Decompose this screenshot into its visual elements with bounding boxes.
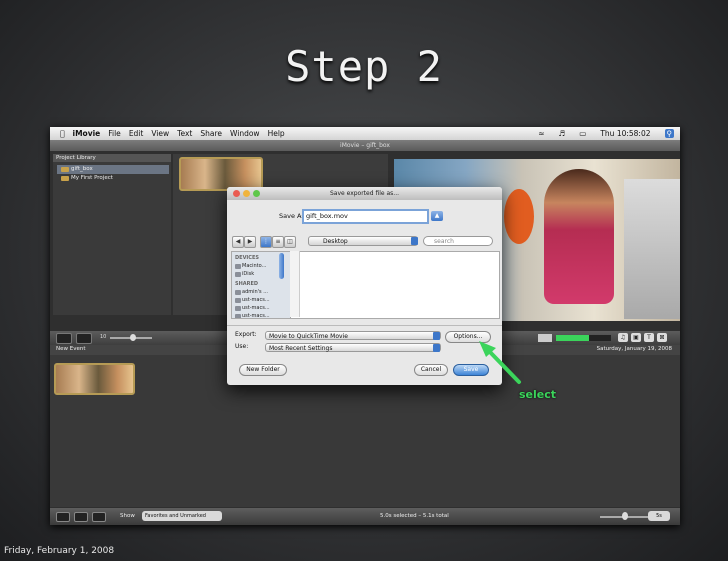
- footer-date: Friday, February 1, 2008: [4, 546, 115, 556]
- annotation-label: select: [519, 388, 557, 401]
- annotation-arrow: [479, 341, 521, 384]
